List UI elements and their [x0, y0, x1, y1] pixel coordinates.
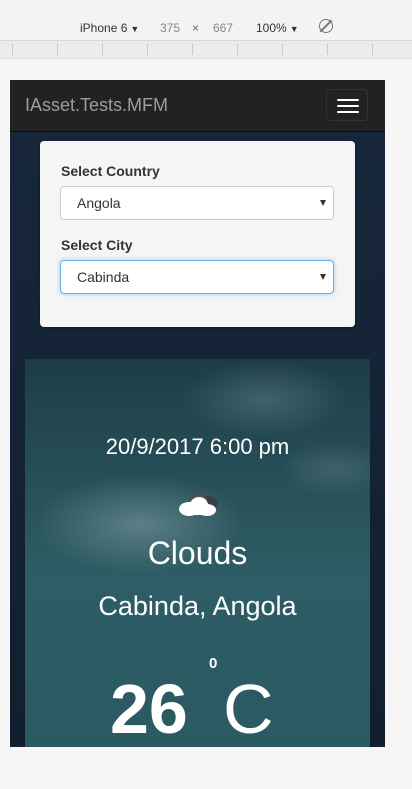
city-select[interactable]: Cabinda: [60, 260, 334, 294]
zoom-selector[interactable]: 100% ▼: [256, 20, 299, 37]
chevron-down-icon: [320, 274, 326, 280]
ruler-tick: [327, 44, 328, 55]
weather-condition: Clouds: [147, 535, 248, 571]
ruler-tick: [282, 44, 283, 55]
media-query-ruler: [0, 41, 412, 59]
ruler-tick: [192, 44, 193, 55]
device-dropdown-icon: ▼: [130, 24, 140, 34]
country-selected-value: Angola: [77, 195, 121, 211]
rotate-icon[interactable]: [319, 19, 333, 33]
country-select[interactable]: Angola: [60, 186, 334, 220]
weather-datetime: 20/9/2017 6:00 pm: [105, 434, 290, 459]
weather-card: 20/9/2017 6:00 pm Clouds Cabinda, Angola…: [25, 359, 370, 747]
navbar-toggle-button[interactable]: [326, 89, 368, 121]
emulated-viewport: IAsset.Tests.MFM Select Country Angola S…: [10, 80, 385, 747]
country-label: Select Country: [61, 163, 160, 179]
navbar: IAsset.Tests.MFM: [10, 80, 385, 132]
device-selector[interactable]: iPhone 6 ▼: [80, 20, 139, 37]
weather-location: Cabinda, Angola: [98, 591, 297, 621]
city-label: Select City: [61, 237, 133, 253]
ruler-tick: [237, 44, 238, 55]
zoom-dropdown-icon: ▼: [289, 24, 299, 34]
temperature-unit: C: [223, 670, 274, 747]
viewport-width[interactable]: 375: [160, 20, 180, 36]
ruler-tick: [12, 44, 13, 55]
ruler-tick: [372, 44, 373, 55]
ruler-tick: [57, 44, 58, 55]
chevron-down-icon: [320, 200, 326, 206]
device-toolbar: iPhone 6 ▼ 375 × 667 100% ▼: [0, 0, 412, 41]
temperature-value: 26: [110, 670, 188, 747]
cloud-icon: [179, 493, 218, 516]
ruler-tick: [102, 44, 103, 55]
location-form: Select Country Angola Select City Cabind…: [40, 141, 355, 327]
device-name: iPhone 6: [80, 21, 128, 35]
navbar-brand[interactable]: IAsset.Tests.MFM: [25, 95, 168, 115]
dimension-separator: ×: [192, 21, 200, 35]
ruler-tick: [147, 44, 148, 55]
degree-symbol: 0: [209, 655, 218, 672]
city-selected-value: Cabinda: [77, 269, 130, 285]
zoom-level: 100%: [256, 21, 287, 35]
viewport-height[interactable]: 667: [213, 20, 233, 36]
